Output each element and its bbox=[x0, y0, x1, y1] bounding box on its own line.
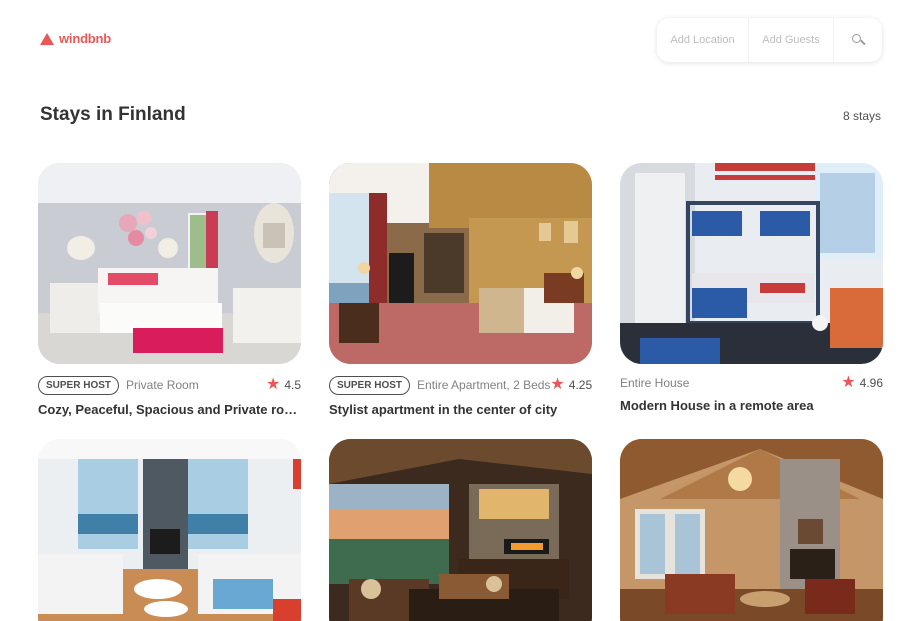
star-icon: ★ bbox=[550, 376, 565, 393]
stay-rating: ★ 4.5 bbox=[266, 377, 301, 393]
page-title: Stays in Finland bbox=[40, 104, 186, 125]
guests-field[interactable]: Add Guests bbox=[749, 18, 834, 62]
stay-photo[interactable] bbox=[329, 439, 592, 621]
stay-type: Private Room bbox=[126, 378, 199, 392]
stay-card[interactable] bbox=[38, 439, 301, 621]
star-icon: ★ bbox=[265, 376, 281, 393]
search-bar[interactable]: Add Location Add Guests bbox=[657, 18, 882, 62]
stay-meta: SUPER HOST Entire Apartment, 2 Beds ★ 4.… bbox=[329, 374, 592, 396]
rating-value: 4.96 bbox=[859, 376, 883, 390]
stay-rating: ★ 4.96 bbox=[841, 375, 883, 391]
rating-value: 4.5 bbox=[284, 378, 301, 392]
stay-meta: Entire House ★ 4.96 bbox=[620, 372, 883, 394]
super-host-badge: SUPER HOST bbox=[38, 375, 120, 395]
stay-rating: ★ 4.25 bbox=[550, 377, 592, 393]
stay-photo[interactable] bbox=[38, 163, 301, 364]
stay-title: Modern House in a remote area bbox=[620, 398, 814, 413]
stay-photo[interactable] bbox=[38, 439, 301, 621]
stay-photo[interactable] bbox=[620, 163, 883, 364]
stay-type: Entire Apartment, 2 Beds bbox=[417, 378, 551, 392]
stay-card[interactable] bbox=[620, 439, 883, 621]
stays-count: 8 stays bbox=[842, 109, 881, 123]
stay-card[interactable]: Entire House ★ 4.96 Modern House in a re… bbox=[620, 163, 883, 413]
stay-card[interactable]: SUPER HOST Private Room ★ 4.5 Cozy, Peac… bbox=[38, 163, 301, 417]
location-field[interactable]: Add Location bbox=[657, 18, 749, 62]
stay-card[interactable] bbox=[329, 439, 592, 621]
star-icon: ★ bbox=[841, 374, 856, 391]
stay-photo[interactable] bbox=[329, 163, 592, 364]
search-icon bbox=[851, 33, 866, 47]
logo-mark-icon bbox=[40, 32, 54, 45]
search-button[interactable] bbox=[834, 18, 882, 62]
super-host-badge: SUPER HOST bbox=[329, 375, 411, 395]
rating-value: 4.25 bbox=[568, 378, 593, 392]
stay-photo[interactable] bbox=[620, 439, 883, 621]
stay-title: Cozy, Peaceful, Spacious and Private roo… bbox=[38, 402, 301, 417]
stay-card[interactable]: SUPER HOST Entire Apartment, 2 Beds ★ 4.… bbox=[329, 163, 592, 417]
stay-title: Stylist apartment in the center of city bbox=[329, 402, 558, 417]
logo[interactable]: windbnb bbox=[40, 31, 111, 46]
stay-type: Entire House bbox=[620, 376, 690, 390]
stay-meta: SUPER HOST Private Room ★ 4.5 bbox=[38, 374, 301, 396]
logo-text: windbnb bbox=[59, 31, 112, 46]
